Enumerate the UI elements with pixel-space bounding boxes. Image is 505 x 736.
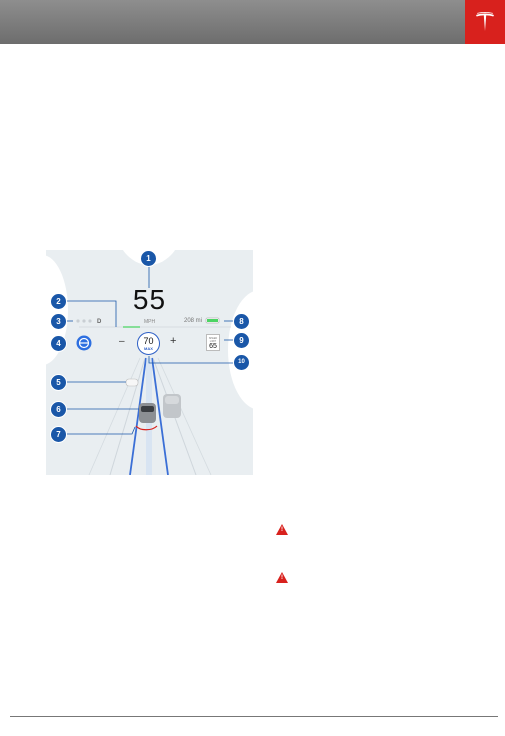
set-speed-value: 70	[143, 336, 154, 346]
warning-glyph: !	[281, 575, 283, 581]
callout-10: 10	[233, 354, 250, 371]
set-speed-indicator: 70 MAX	[137, 332, 160, 355]
callout-5: 5	[50, 374, 67, 391]
instrument-panel-figure: 55 MPH D 208 mi – + 70 MAX SPEED LIMIT 6…	[46, 250, 253, 475]
speed-limit-sign: SPEED LIMIT 65	[206, 334, 220, 351]
callout-2: 2	[50, 293, 67, 310]
warning-triangle-icon: !	[276, 524, 288, 535]
speed-limit-value: 65	[209, 343, 217, 350]
set-speed-label: MAX	[144, 346, 153, 351]
tesla-logo	[465, 0, 505, 44]
callout-1: 1	[140, 250, 157, 267]
callout-7: 7	[50, 426, 67, 443]
tesla-logo-icon	[476, 11, 494, 31]
range-readout: 208 mi	[184, 318, 203, 324]
callout-6: 6	[50, 401, 67, 418]
increase-speed-button[interactable]: +	[170, 335, 176, 347]
gear-indicator: D	[97, 319, 102, 325]
callout-8: 8	[233, 313, 250, 330]
callout-4: 4	[50, 335, 67, 352]
callout-3: 3	[50, 313, 67, 330]
footer-divider	[10, 716, 498, 717]
warning-triangle-icon: !	[276, 572, 288, 583]
callout-9: 9	[233, 332, 250, 349]
speed-unit: MPH	[143, 319, 156, 325]
warning-glyph: !	[281, 527, 283, 533]
decrease-speed-button[interactable]: –	[119, 336, 125, 347]
page-header-bar	[0, 0, 505, 44]
current-speed: 55	[132, 284, 167, 315]
